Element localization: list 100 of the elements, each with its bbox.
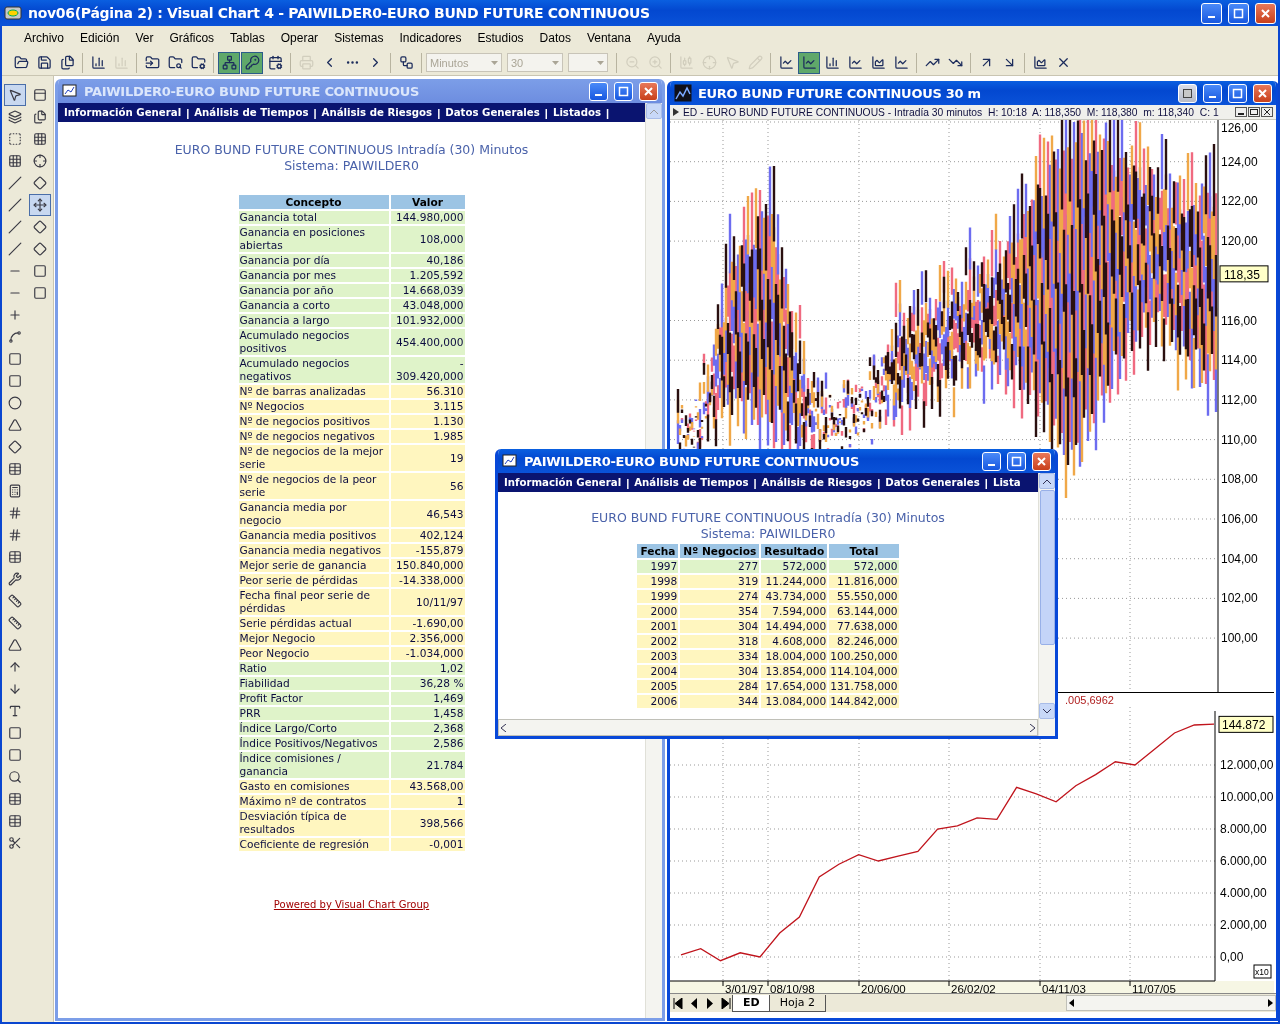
table-cell: 1,458 (390, 707, 465, 720)
table-cell: Nº de negocios positivos (238, 415, 389, 428)
app-title: nov06(Página 2) : Visual Chart 4 - PAIWILDER0-EURO BUND FUTURE CONTINUOUS (28, 5, 651, 21)
table-cell: 2.356,000 (390, 632, 465, 645)
table-cell: 40,186 (390, 254, 465, 267)
table-cell: 2000 (637, 605, 679, 618)
table-cell: Mejor Negocio (238, 632, 389, 645)
table-cell: 304 (680, 620, 760, 633)
table-cell: 274 (680, 590, 760, 603)
table-cell: 55.550,000 (829, 590, 899, 603)
table-cell: 2002 (637, 635, 679, 648)
table-cell: Ganancia a corto (238, 299, 389, 312)
table-cell: 402,124 (390, 529, 465, 542)
table-cell: 108,000 (390, 226, 465, 252)
table-cell: 1 (390, 795, 465, 808)
axis-label: 8.000,00 (1220, 822, 1267, 836)
table-cell: 77.638,000 (829, 620, 899, 633)
table-cell: 43.734,000 (761, 590, 828, 603)
column-header: Valor (390, 195, 465, 209)
table-cell: Nº de negocios de la mejor serie (238, 445, 389, 471)
table-cell: -155,879 (390, 544, 465, 557)
table-cell: Nº de negocios de la peor serie (238, 473, 389, 499)
table-cell: Mejor serie de ganancia (238, 559, 389, 572)
table-cell: 21.784 (390, 752, 465, 778)
table-cell: 304 (680, 665, 760, 678)
column-header: Fecha (637, 544, 679, 558)
axis-label: 108,00 (1221, 472, 1258, 487)
axis-label: 106,00 (1221, 512, 1258, 526)
axis-label: 6.000,00 (1220, 854, 1267, 868)
table-cell: Ganancia en posiciones abiertas (238, 226, 389, 252)
table-cell: 398,566 (390, 810, 465, 836)
table-cell: Nº de negocios negativos (238, 430, 389, 443)
table-cell: Ganancia por día (238, 254, 389, 267)
table-cell: - 309.420,000 (390, 357, 465, 383)
nav-separator: | (186, 106, 190, 119)
table-cell: 11.244,000 (761, 575, 828, 588)
table-cell: 10/11/97 (390, 589, 465, 615)
axis-label: 114,00 (1221, 353, 1257, 368)
table-cell: 1.985 (390, 430, 465, 443)
table-cell: 319 (680, 575, 760, 588)
window-title: EURO BUND FUTURE CONTINUOUS 30 m (698, 85, 982, 101)
table-cell: Ganancia media por negocio (238, 501, 389, 527)
axis-label: 120,00 (1221, 234, 1258, 249)
window-title: PAIWILDER0-EURO BUND FUTURE CONTINUOUS (84, 83, 420, 99)
table-cell: -1.690,00 (390, 617, 465, 630)
report-heading: Sistema: PAIWILDER0 (700, 526, 836, 542)
table-cell: Profit Factor (238, 692, 389, 705)
table-cell: Índice Positivos/Negativos (238, 737, 389, 750)
table-cell: 11.816,000 (829, 575, 899, 588)
nav-separator: | (877, 476, 881, 489)
table-cell: 572,000 (829, 560, 899, 573)
axis-label: 110,00 (1221, 432, 1257, 447)
table-cell: 14.494,000 (761, 620, 828, 633)
table-cell: 4.608,000 (761, 635, 828, 648)
table-cell: Peor Negocio (238, 647, 389, 660)
table-cell: Nº Negocios (238, 400, 389, 413)
nav-separator: | (606, 106, 610, 119)
table-cell: Ganancia media positivos (238, 529, 389, 542)
axis-label: 102,00 (1221, 591, 1258, 606)
table-cell: 2,586 (390, 737, 465, 750)
table-cell: 2003 (637, 650, 679, 663)
axis-label: 104,00 (1221, 551, 1258, 566)
date-label: 04/11/03 (1042, 983, 1086, 993)
nav-separator: | (313, 106, 317, 119)
axis-label: 10.000,00 (1220, 790, 1274, 804)
axis-label: 126,00 (1221, 121, 1258, 135)
nav-separator: | (437, 106, 441, 119)
table-cell: Ganancia por mes (238, 269, 389, 282)
table-cell: 284 (680, 680, 760, 693)
table-cell: 56.310 (390, 385, 465, 398)
report-heading: EURO BUND FUTURE CONTINUOUS Intradía (30) Minutos (174, 142, 529, 158)
table-cell: Peor serie de pérdidas (238, 574, 389, 587)
table-cell: 1.205,592 (390, 269, 465, 282)
table-cell: 572,000 (761, 560, 828, 573)
table-cell: 46,543 (390, 501, 465, 527)
scale-note: x10 (1253, 964, 1272, 979)
table-cell: Ganancia media negativos (238, 544, 389, 557)
table-cell: PRR (238, 707, 389, 720)
table-cell: Acumulado negocios positivos (238, 329, 389, 355)
table-cell: Nº de barras analizadas (238, 385, 389, 398)
price-marker: 118,35 (1219, 265, 1269, 283)
table-cell: 43.568,00 (390, 780, 465, 793)
window-title: PAIWILDER0-EURO BUND FUTURE CONTINUOUS (524, 453, 860, 469)
table-cell: Serie pérdidas actual (238, 617, 389, 630)
axis-label: 122,00 (1221, 194, 1258, 209)
table-cell: Ratio (238, 662, 389, 675)
table-cell: Máximo nº de contratos (238, 795, 389, 808)
table-cell: 63.144,000 (829, 605, 899, 618)
table-cell: Índice comisiones / ganancia (238, 752, 389, 778)
table-cell: 13.084,000 (761, 695, 828, 708)
axis-label: 0,00 (1220, 950, 1244, 964)
table-cell: -0,001 (390, 838, 465, 851)
table-cell: 318 (680, 635, 760, 648)
table-cell: 82.246,000 (829, 635, 899, 648)
table-cell: 101.932,000 (390, 314, 465, 327)
table-cell: 1997 (637, 560, 679, 573)
table-cell: Fiabilidad (238, 677, 389, 690)
table-cell: Coeficiente de regresión (238, 838, 389, 851)
table-cell: 354 (680, 605, 760, 618)
table-cell: 13.854,000 (761, 665, 828, 678)
